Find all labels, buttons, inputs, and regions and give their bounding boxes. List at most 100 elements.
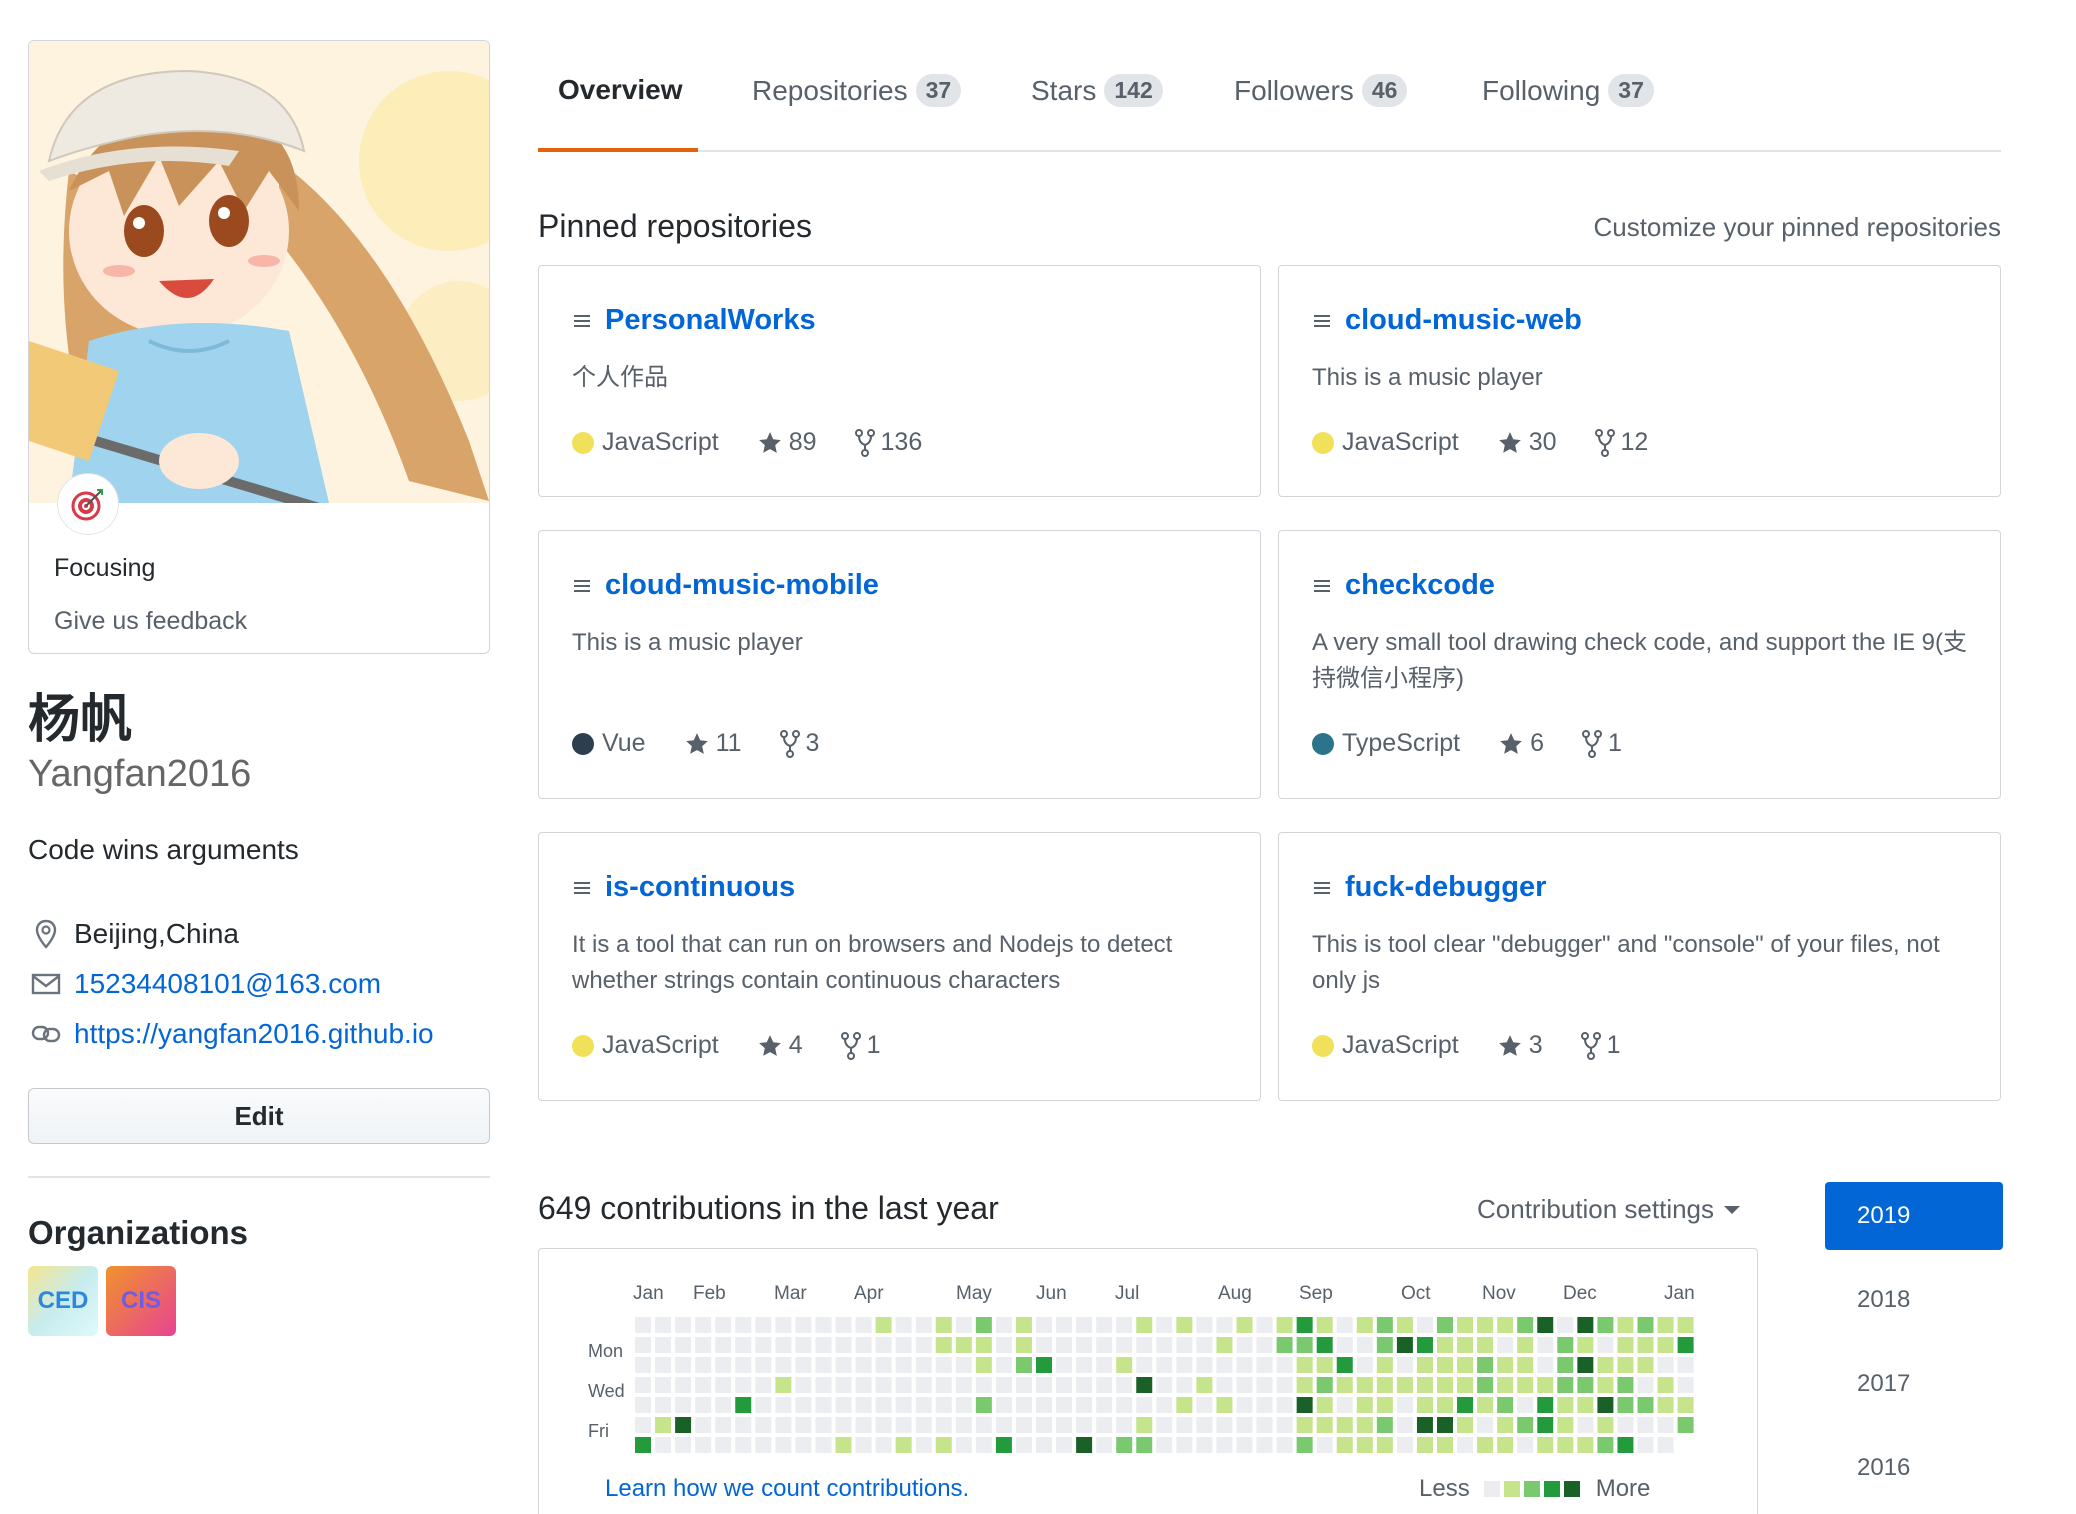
contribution-day-cell[interactable] bbox=[1356, 1377, 1373, 1393]
contribution-day-cell[interactable] bbox=[715, 1357, 732, 1373]
contribution-day-cell[interactable] bbox=[1396, 1417, 1413, 1433]
contribution-day-cell[interactable] bbox=[755, 1437, 772, 1453]
repo-forks[interactable]: 1 bbox=[1582, 729, 1622, 758]
contribution-day-cell[interactable] bbox=[955, 1317, 972, 1333]
contribution-day-cell[interactable] bbox=[715, 1397, 732, 1413]
contribution-day-cell[interactable] bbox=[1477, 1317, 1494, 1333]
email-row[interactable]: 15234408101@163.com bbox=[28, 966, 381, 1002]
contribution-day-cell[interactable] bbox=[1076, 1317, 1093, 1333]
contribution-day-cell[interactable] bbox=[675, 1317, 692, 1333]
contribution-day-cell[interactable] bbox=[1517, 1377, 1534, 1393]
contribution-day-cell[interactable] bbox=[1396, 1397, 1413, 1413]
contribution-day-cell[interactable] bbox=[1036, 1337, 1052, 1353]
contribution-day-cell[interactable] bbox=[795, 1377, 812, 1393]
contribution-day-cell[interactable] bbox=[1517, 1317, 1534, 1333]
repo-forks[interactable]: 1 bbox=[840, 1031, 881, 1060]
contribution-day-cell[interactable] bbox=[995, 1337, 1012, 1353]
contribution-day-cell[interactable] bbox=[1276, 1437, 1293, 1453]
contribution-day-cell[interactable] bbox=[1256, 1317, 1273, 1333]
repo-name-link[interactable]: cloud-music-web bbox=[1345, 304, 1582, 337]
contribution-day-cell[interactable] bbox=[1637, 1317, 1654, 1333]
contribution-day-cell[interactable] bbox=[1256, 1397, 1273, 1413]
year-2019-button[interactable]: 2019 bbox=[1825, 1182, 2003, 1250]
contribution-day-cell[interactable] bbox=[1617, 1417, 1634, 1433]
contribution-day-cell[interactable] bbox=[1557, 1357, 1574, 1373]
contribution-day-cell[interactable] bbox=[1236, 1317, 1253, 1333]
contribution-day-cell[interactable] bbox=[855, 1437, 872, 1453]
contribution-day-cell[interactable] bbox=[1517, 1357, 1534, 1373]
contribution-day-cell[interactable] bbox=[1517, 1437, 1534, 1453]
learn-contributions-link[interactable]: Learn how we count contributions. bbox=[605, 1475, 969, 1503]
contribution-day-cell[interactable] bbox=[1296, 1377, 1313, 1393]
contribution-day-cell[interactable] bbox=[1015, 1417, 1032, 1433]
contribution-day-cell[interactable] bbox=[1156, 1337, 1173, 1353]
contribution-day-cell[interactable] bbox=[1156, 1397, 1173, 1413]
repo-forks[interactable]: 12 bbox=[1594, 428, 1648, 457]
contribution-day-cell[interactable] bbox=[1196, 1337, 1213, 1353]
contribution-day-cell[interactable] bbox=[855, 1377, 872, 1393]
contribution-day-cell[interactable] bbox=[1036, 1357, 1052, 1373]
customize-pinned-link[interactable]: Customize your pinned repositories bbox=[1593, 212, 2001, 243]
contribution-day-cell[interactable] bbox=[1356, 1337, 1373, 1353]
contribution-day-cell[interactable] bbox=[1136, 1417, 1153, 1433]
contribution-day-cell[interactable] bbox=[1276, 1417, 1293, 1433]
tab-followers[interactable]: Followers 46 bbox=[1234, 74, 1408, 107]
repo-stars[interactable]: 11 bbox=[684, 729, 742, 758]
contribution-day-cell[interactable] bbox=[1617, 1317, 1634, 1333]
contribution-day-cell[interactable] bbox=[755, 1397, 772, 1413]
contribution-day-cell[interactable] bbox=[655, 1337, 672, 1353]
contribution-day-cell[interactable] bbox=[995, 1377, 1012, 1393]
contribution-day-cell[interactable] bbox=[1457, 1417, 1474, 1433]
contribution-day-cell[interactable] bbox=[1416, 1437, 1433, 1453]
contribution-day-cell[interactable] bbox=[895, 1357, 912, 1373]
contribution-day-cell[interactable] bbox=[1336, 1377, 1353, 1393]
contribution-day-cell[interactable] bbox=[1015, 1397, 1032, 1413]
contribution-day-cell[interactable] bbox=[1316, 1317, 1333, 1333]
contribution-day-cell[interactable] bbox=[1356, 1437, 1373, 1453]
contribution-day-cell[interactable] bbox=[1477, 1357, 1494, 1373]
contribution-day-cell[interactable] bbox=[695, 1337, 712, 1353]
contribution-day-cell[interactable] bbox=[1176, 1377, 1193, 1393]
contribution-day-cell[interactable] bbox=[855, 1357, 872, 1373]
contribution-day-cell[interactable] bbox=[835, 1337, 852, 1353]
contribution-day-cell[interactable] bbox=[1437, 1437, 1453, 1453]
contribution-day-cell[interactable] bbox=[1457, 1337, 1474, 1353]
contribution-day-cell[interactable] bbox=[1477, 1417, 1494, 1433]
contribution-day-cell[interactable] bbox=[935, 1357, 952, 1373]
status-text[interactable]: Focusing bbox=[54, 554, 155, 583]
contribution-day-cell[interactable] bbox=[755, 1417, 772, 1433]
contribution-day-cell[interactable] bbox=[1416, 1417, 1433, 1433]
contribution-day-cell[interactable] bbox=[1597, 1417, 1614, 1433]
contribution-day-cell[interactable] bbox=[1657, 1437, 1674, 1453]
contribution-day-cell[interactable] bbox=[1036, 1317, 1052, 1333]
contribution-day-cell[interactable] bbox=[1597, 1377, 1614, 1393]
contribution-day-cell[interactable] bbox=[1457, 1437, 1474, 1453]
contribution-day-cell[interactable] bbox=[635, 1397, 651, 1413]
contribution-day-cell[interactable] bbox=[935, 1317, 952, 1333]
contribution-day-cell[interactable] bbox=[1116, 1357, 1133, 1373]
contribution-day-cell[interactable] bbox=[1537, 1317, 1554, 1333]
contribution-day-cell[interactable] bbox=[1577, 1437, 1594, 1453]
contribution-day-cell[interactable] bbox=[635, 1417, 651, 1433]
contribution-day-cell[interactable] bbox=[815, 1357, 832, 1373]
contribution-day-cell[interactable] bbox=[1557, 1317, 1574, 1333]
contribution-day-cell[interactable] bbox=[975, 1437, 992, 1453]
contribution-day-cell[interactable] bbox=[1336, 1357, 1353, 1373]
contribution-day-cell[interactable] bbox=[755, 1357, 772, 1373]
contribution-day-cell[interactable] bbox=[1537, 1437, 1554, 1453]
contribution-day-cell[interactable] bbox=[1657, 1397, 1674, 1413]
contribution-day-cell[interactable] bbox=[1116, 1437, 1133, 1453]
contribution-day-cell[interactable] bbox=[1296, 1417, 1313, 1433]
contribution-day-cell[interactable] bbox=[1637, 1377, 1654, 1393]
contribution-day-cell[interactable] bbox=[1437, 1337, 1453, 1353]
contribution-day-cell[interactable] bbox=[1236, 1337, 1253, 1353]
contribution-day-cell[interactable] bbox=[695, 1397, 712, 1413]
contribution-day-cell[interactable] bbox=[1316, 1377, 1333, 1393]
contribution-day-cell[interactable] bbox=[655, 1317, 672, 1333]
contribution-day-cell[interactable] bbox=[1276, 1357, 1293, 1373]
contribution-day-cell[interactable] bbox=[1076, 1337, 1093, 1353]
contribution-day-cell[interactable] bbox=[915, 1317, 932, 1333]
contribution-day-cell[interactable] bbox=[1336, 1317, 1353, 1333]
contribution-day-cell[interactable] bbox=[1497, 1317, 1514, 1333]
contribution-day-cell[interactable] bbox=[1176, 1437, 1193, 1453]
